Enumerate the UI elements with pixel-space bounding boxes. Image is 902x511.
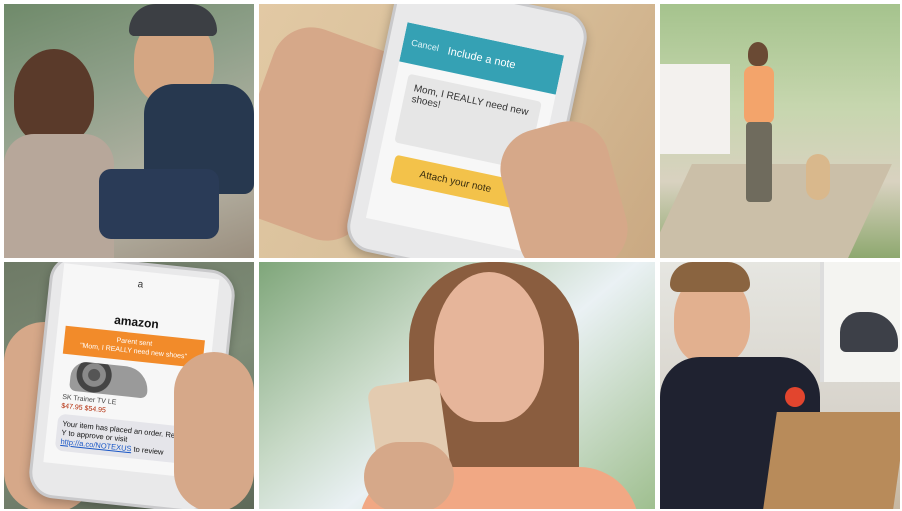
- shoe-image: [68, 360, 150, 399]
- note-title: Include a note: [446, 45, 517, 72]
- photo-collage: Cancel Include a note Mom, I REALLY need…: [0, 0, 902, 511]
- helmet: [129, 4, 217, 36]
- dog: [806, 154, 830, 200]
- white-fence: [660, 64, 730, 154]
- woman-pants: [746, 122, 772, 202]
- backpack: [99, 169, 219, 239]
- sidewalk: [660, 164, 892, 258]
- woman-top: [744, 66, 774, 124]
- hand-right-fingers: [174, 352, 254, 509]
- photo-teens-outdoors: [4, 4, 254, 258]
- photo-phone-note: Cancel Include a note Mom, I REALLY need…: [259, 4, 655, 258]
- photo-woman-walking-dog: [660, 4, 900, 258]
- amazon-icon: a: [137, 279, 144, 291]
- photo-phone-sms: a amazon Parent sent "Mom, I REALLY need…: [4, 262, 254, 509]
- photo-woman-phone: [259, 262, 655, 509]
- teen-hair: [670, 262, 750, 292]
- woman-hand: [364, 442, 454, 509]
- teen-left-shirt: [4, 134, 114, 258]
- sms-bubble: Your item has placed an order. Reply Y t…: [54, 413, 194, 465]
- teen-left: [14, 49, 94, 144]
- photo-teen-unboxing: [660, 262, 900, 509]
- woman-head: [748, 42, 768, 66]
- cancel-link[interactable]: Cancel: [410, 38, 439, 54]
- woman-face: [434, 272, 544, 422]
- watch: [785, 387, 805, 407]
- cardboard-box: [763, 412, 900, 509]
- sms-text-end: to review: [133, 444, 164, 457]
